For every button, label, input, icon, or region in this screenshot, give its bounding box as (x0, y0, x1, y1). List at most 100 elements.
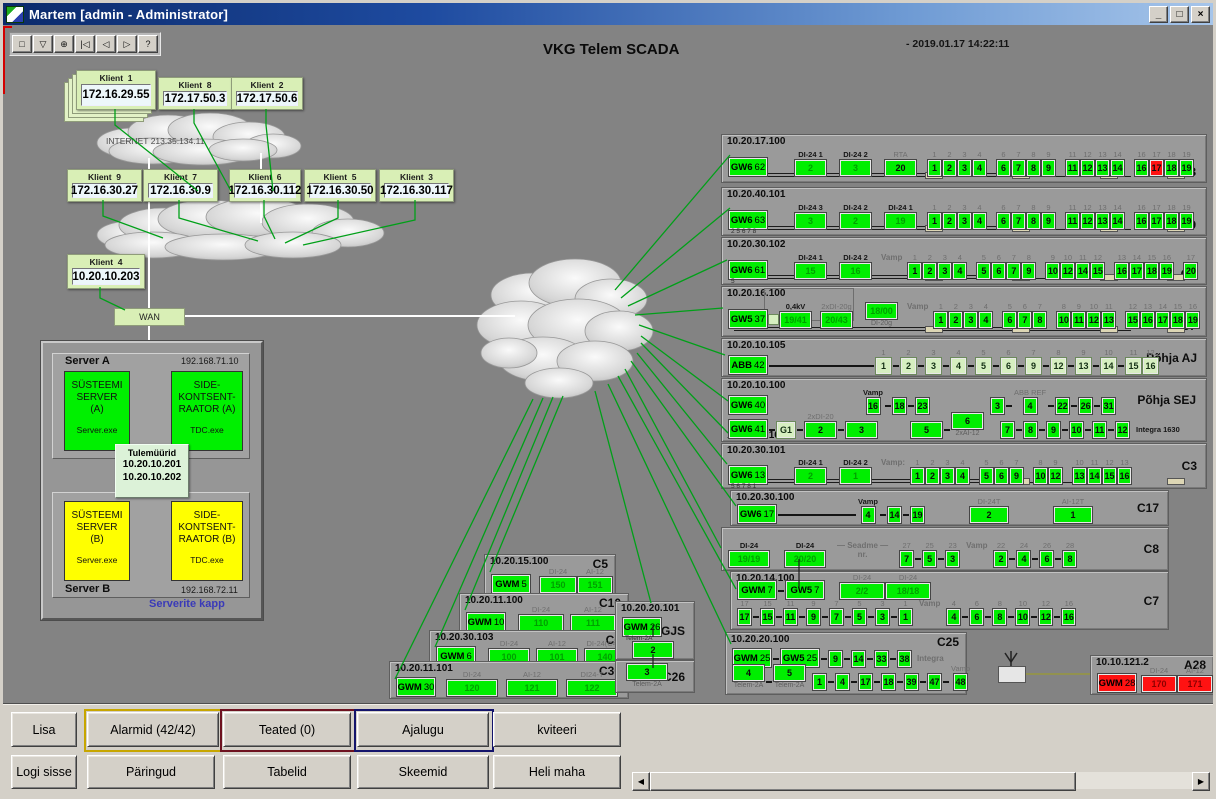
gateway-box[interactable]: ABB42 (729, 356, 767, 374)
signal-box[interactable]: 3 (941, 468, 954, 484)
gateway-box[interactable]: GW617 (738, 505, 776, 523)
signal-box[interactable]: 9 (1047, 422, 1060, 438)
close-button[interactable]: × (1191, 6, 1210, 23)
signal-box[interactable]: 9 (1026, 358, 1041, 374)
signal-box[interactable]: 4 (956, 468, 969, 484)
signal-box[interactable]: 6 (970, 609, 983, 625)
station-C26[interactable]: C263Telem-2A (615, 660, 695, 693)
signal-box[interactable]: 3 (840, 160, 871, 176)
signal-box[interactable]: 11 (1093, 422, 1106, 438)
signal-box[interactable]: 18/00 (866, 303, 897, 319)
station-PAJ[interactable]: 10.20.10.105Põhja AJABB42112233445566798… (721, 338, 1207, 377)
signal-box[interactable]: 4 (953, 263, 966, 279)
gateway-box[interactable]: GW6135 6 7 8 1 (729, 466, 767, 484)
maximize-button[interactable]: □ (1170, 6, 1189, 23)
signal-box[interactable]: 15 (795, 263, 826, 279)
client-node-k9[interactable]: Klient 9172.16.30.27 (67, 169, 142, 202)
signal-box[interactable]: 18 (882, 674, 895, 690)
signal-box[interactable]: 10 (1046, 263, 1059, 279)
signal-box[interactable]: 4 (973, 213, 986, 229)
signal-box[interactable]: 16 (1062, 609, 1075, 625)
signal-box[interactable]: 14 (1111, 213, 1124, 229)
signal-box[interactable]: 20/43 (821, 312, 852, 328)
signal-box[interactable]: 19 (1180, 160, 1193, 176)
signal-box[interactable]: 5 (923, 551, 936, 567)
signal-box[interactable]: 47 (928, 674, 941, 690)
signal-box[interactable]: 4 (733, 665, 764, 681)
signal-box[interactable]: 8 (1033, 312, 1046, 328)
signal-box[interactable]: 1 (908, 263, 921, 279)
zoom-button[interactable]: ⊕ (54, 35, 74, 53)
signal-box[interactable]: 14 (888, 507, 901, 523)
signal-box[interactable]: 2 (805, 422, 836, 438)
gateway-box[interactable]: GWM10 (467, 613, 505, 631)
signal-box[interactable]: 12 (1039, 609, 1052, 625)
gateway-box[interactable]: GW57 (786, 581, 824, 599)
signal-box[interactable]: 8 (1027, 213, 1040, 229)
signal-box[interactable]: 18 (1145, 263, 1158, 279)
signal-box[interactable]: 20 (885, 160, 916, 176)
firewall-node[interactable]: Tulemüürid 10.20.10.201 10.20.10.202 (115, 444, 189, 498)
signal-box[interactable]: 5 (774, 665, 805, 681)
signal-box[interactable]: 20 (1184, 263, 1197, 279)
signal-box[interactable]: 10 (1070, 422, 1083, 438)
signal-box[interactable]: 6 (995, 468, 1008, 484)
signal-box[interactable]: 5 (911, 422, 942, 438)
station-A28[interactable]: 10.10.121.2A28GWM28DI-24170AI-12171 (1090, 655, 1214, 695)
side-concentrator-a[interactable]: SIDE- KONTSENT- RAATOR (A)TDC.exe (171, 371, 243, 451)
scroll-right-arrow[interactable]: ▶ (1192, 772, 1210, 791)
signal-box[interactable]: 2 (923, 263, 936, 279)
gateway-box[interactable]: GW6615 (729, 261, 767, 279)
signal-box[interactable]: 12 (1051, 358, 1066, 374)
signal-box[interactable]: 12 (1116, 422, 1129, 438)
gateway-box[interactable]: GW641 (729, 420, 767, 438)
signal-box[interactable]: 8 (1063, 551, 1076, 567)
signal-box[interactable]: 39 (905, 674, 918, 690)
tabelid-button[interactable]: Tabelid (223, 755, 351, 789)
signal-box[interactable]: 16 (1118, 468, 1131, 484)
minimize-button[interactable]: _ (1149, 6, 1168, 23)
logi-sisse-button[interactable]: Logi sisse (11, 755, 77, 789)
signal-box[interactable]: 14 (1101, 358, 1116, 374)
signal-box[interactable]: 5 (980, 468, 993, 484)
client-node-k8[interactable]: Klient 8172.17.50.3 (158, 77, 232, 110)
signal-box[interactable]: 5 (853, 609, 866, 625)
signal-box[interactable]: 15 (1103, 468, 1116, 484)
first-button[interactable]: |◁ (75, 35, 95, 53)
signal-box[interactable]: 17 (738, 609, 751, 625)
signal-box[interactable]: 150 (540, 577, 576, 593)
signal-box[interactable]: 121 (507, 680, 557, 696)
signal-box[interactable]: 8 (1027, 160, 1040, 176)
signal-box[interactable]: 13 (1096, 160, 1109, 176)
signal-box[interactable]: 6 (1003, 312, 1016, 328)
station-C1[interactable]: 10.20.30.102C1GW6615DI-24 115DI-24 216Va… (721, 237, 1207, 285)
signal-box[interactable]: 18 (1165, 160, 1178, 176)
gateway-box[interactable]: GWM7 (738, 581, 776, 599)
signal-box[interactable]: 3 (964, 312, 977, 328)
signal-box[interactable]: 1 (934, 312, 947, 328)
signal-box[interactable]: 3 (958, 213, 971, 229)
signal-box[interactable]: 122 (567, 680, 617, 696)
signal-box[interactable]: 7 (1012, 160, 1025, 176)
signal-box[interactable]: 9 (807, 609, 820, 625)
teated-0-button[interactable]: Teated (0) (223, 712, 351, 747)
signal-box[interactable]: 2 (926, 468, 939, 484)
alarmid-42-42-button[interactable]: Alarmid (42/42) (87, 712, 219, 747)
station-C29[interactable]: 10.20.40.101C29GW6632 5 6 7 8DI-24 33DI-… (721, 187, 1207, 236)
signal-box[interactable]: 2 (949, 312, 962, 328)
signal-box[interactable]: 14 (1111, 160, 1124, 176)
signal-box[interactable]: 6 (1001, 358, 1016, 374)
signal-box[interactable]: 6 (952, 413, 983, 429)
p-ringud-button[interactable]: Päringud (87, 755, 215, 789)
signal-box[interactable]: 17 (1130, 263, 1143, 279)
signal-box[interactable]: 16 (1135, 213, 1148, 229)
signal-box[interactable]: 10 (1057, 312, 1070, 328)
signal-box[interactable]: 19 (911, 507, 924, 523)
signal-box[interactable]: 1 (928, 213, 941, 229)
signal-box[interactable]: 7 (1018, 312, 1031, 328)
signal-box[interactable]: 16 (1141, 312, 1154, 328)
signal-box[interactable]: 14 (1088, 468, 1101, 484)
signal-box[interactable]: 18/18 (886, 583, 930, 599)
signal-box[interactable]: 9 (1042, 160, 1055, 176)
client-node-k5[interactable]: Klient 5172.16.30.50 (304, 169, 376, 202)
